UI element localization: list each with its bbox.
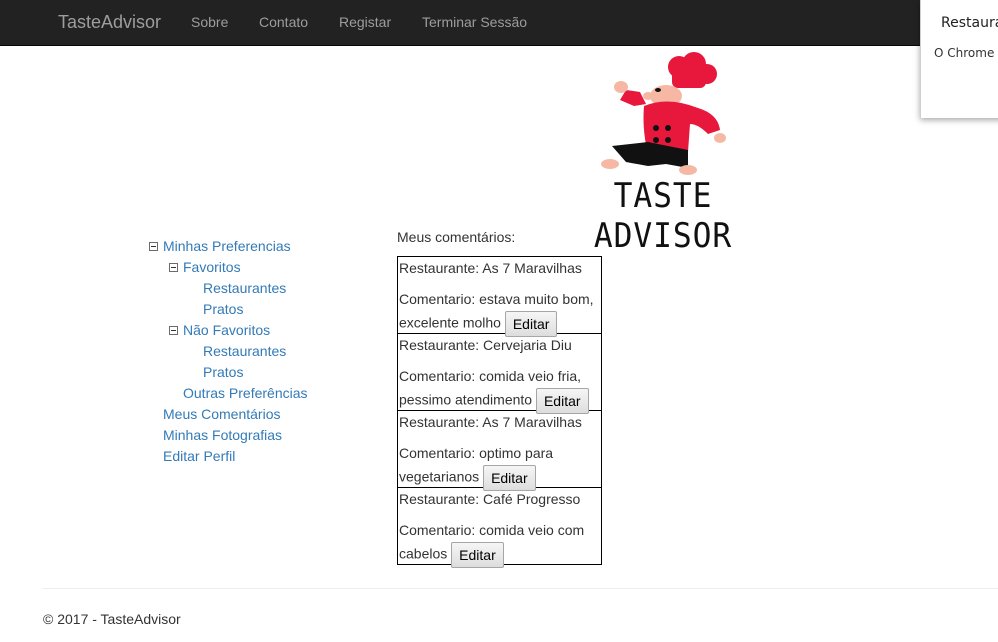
tree-item-favoritos[interactable]: Favoritos	[169, 257, 241, 278]
tree-item-editar-perfil[interactable]: Editar Perfil	[163, 446, 235, 467]
chef-mascot-icon	[601, 52, 726, 175]
edit-comment-button[interactable]: Editar	[483, 465, 536, 491]
footer-copyright: © 2017 - TasteAdvisor	[43, 611, 181, 627]
comment-card: Restaurante: As 7 Maravilhas Comentario:…	[397, 256, 602, 337]
tree-item-label: Minhas Preferencias	[163, 238, 291, 254]
top-navbar: TasteAdvisor Sobre Contato Registar Term…	[0, 0, 998, 46]
comment-restaurant: Restaurante: Café Progresso	[399, 491, 581, 507]
nav-sobre[interactable]: Sobre	[191, 13, 228, 31]
edit-comment-button[interactable]: Editar	[535, 388, 589, 414]
tree-item-nfav-pratos[interactable]: Pratos	[203, 362, 243, 383]
tree-item-label: Não Favoritos	[183, 322, 271, 338]
comment-restaurant: Restaurante: Cervejaria Diu	[399, 337, 572, 353]
comments-list: Restaurante: As 7 Maravilhas Comentario:…	[397, 256, 602, 568]
popup-title: Restaura	[941, 15, 998, 31]
logo-text: TASTE ADVISOR	[593, 176, 733, 256]
collapse-toggle-icon[interactable]	[169, 325, 178, 335]
comment-restaurant: Restaurante: As 7 Maravilhas	[399, 414, 582, 430]
taste-advisor-logo: TASTE ADVISOR	[548, 50, 778, 256]
tree-item-meus-comentarios[interactable]: Meus Comentários	[163, 404, 281, 425]
comment-text: Comentario: estava muito bom, excelente …	[399, 291, 594, 331]
chrome-restore-popup[interactable]: Restaura O Chrome n	[920, 0, 998, 118]
tree-item-fav-restaurantes[interactable]: Restaurantes	[203, 278, 286, 299]
comment-card: Restaurante: Cervejaria Diu Comentario: …	[397, 333, 602, 414]
tree-item-nfav-restaurantes[interactable]: Restaurantes	[203, 341, 286, 362]
collapse-toggle-icon[interactable]	[149, 241, 158, 251]
tree-item-outras-preferencias[interactable]: Outras Preferências	[183, 383, 308, 404]
tree-item-nao-favoritos[interactable]: Não Favoritos	[169, 320, 270, 341]
comment-restaurant: Restaurante: As 7 Maravilhas	[399, 260, 582, 276]
nav-terminar-sessao[interactable]: Terminar Sessão	[422, 13, 527, 31]
comments-title: Meus comentários:	[397, 229, 516, 245]
comment-card: Restaurante: Café Progresso Comentario: …	[397, 487, 602, 568]
footer-divider	[42, 588, 998, 589]
popup-text: O Chrome n	[934, 46, 998, 60]
tree-item-minhas-fotografias[interactable]: Minhas Fotografias	[163, 425, 282, 446]
tree-item-fav-pratos[interactable]: Pratos	[203, 299, 243, 320]
nav-registar[interactable]: Registar	[339, 13, 391, 31]
nav-contato[interactable]: Contato	[259, 13, 308, 31]
brand-link[interactable]: TasteAdvisor	[58, 12, 161, 32]
collapse-toggle-icon[interactable]	[169, 262, 178, 272]
edit-comment-button[interactable]: Editar	[504, 311, 558, 337]
tree-item-minhas-preferencias[interactable]: Minhas Preferencias	[149, 236, 291, 257]
tree-item-label: Favoritos	[183, 259, 241, 275]
comment-card: Restaurante: As 7 Maravilhas Comentario:…	[397, 410, 602, 491]
edit-comment-button[interactable]: Editar	[451, 542, 504, 568]
